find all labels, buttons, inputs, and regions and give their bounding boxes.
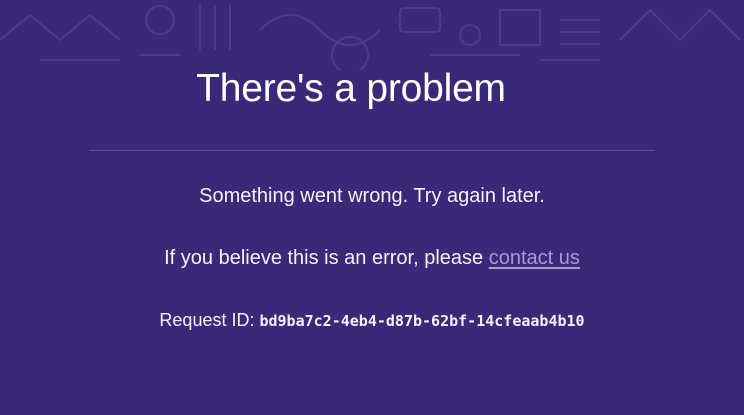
request-id-value: bd9ba7c2-4eb4-d87b-62bf-14cfeaab4b10 xyxy=(259,312,585,330)
request-id-label: Request ID: xyxy=(159,310,260,330)
error-panel: There's a problem Something went wrong. … xyxy=(0,0,744,415)
error-message: Something went wrong. Try again later. xyxy=(199,185,545,207)
divider xyxy=(89,150,655,151)
contact-us-link[interactable]: contact us xyxy=(489,247,580,269)
contact-prefix-text: If you believe this is an error, please xyxy=(164,247,489,269)
request-id-line: Request ID: bd9ba7c2-4eb4-d87b-62bf-14cf… xyxy=(0,308,744,333)
page-title: There's a problem xyxy=(196,67,506,110)
contact-message: If you believe this is an error, please … xyxy=(0,246,744,270)
